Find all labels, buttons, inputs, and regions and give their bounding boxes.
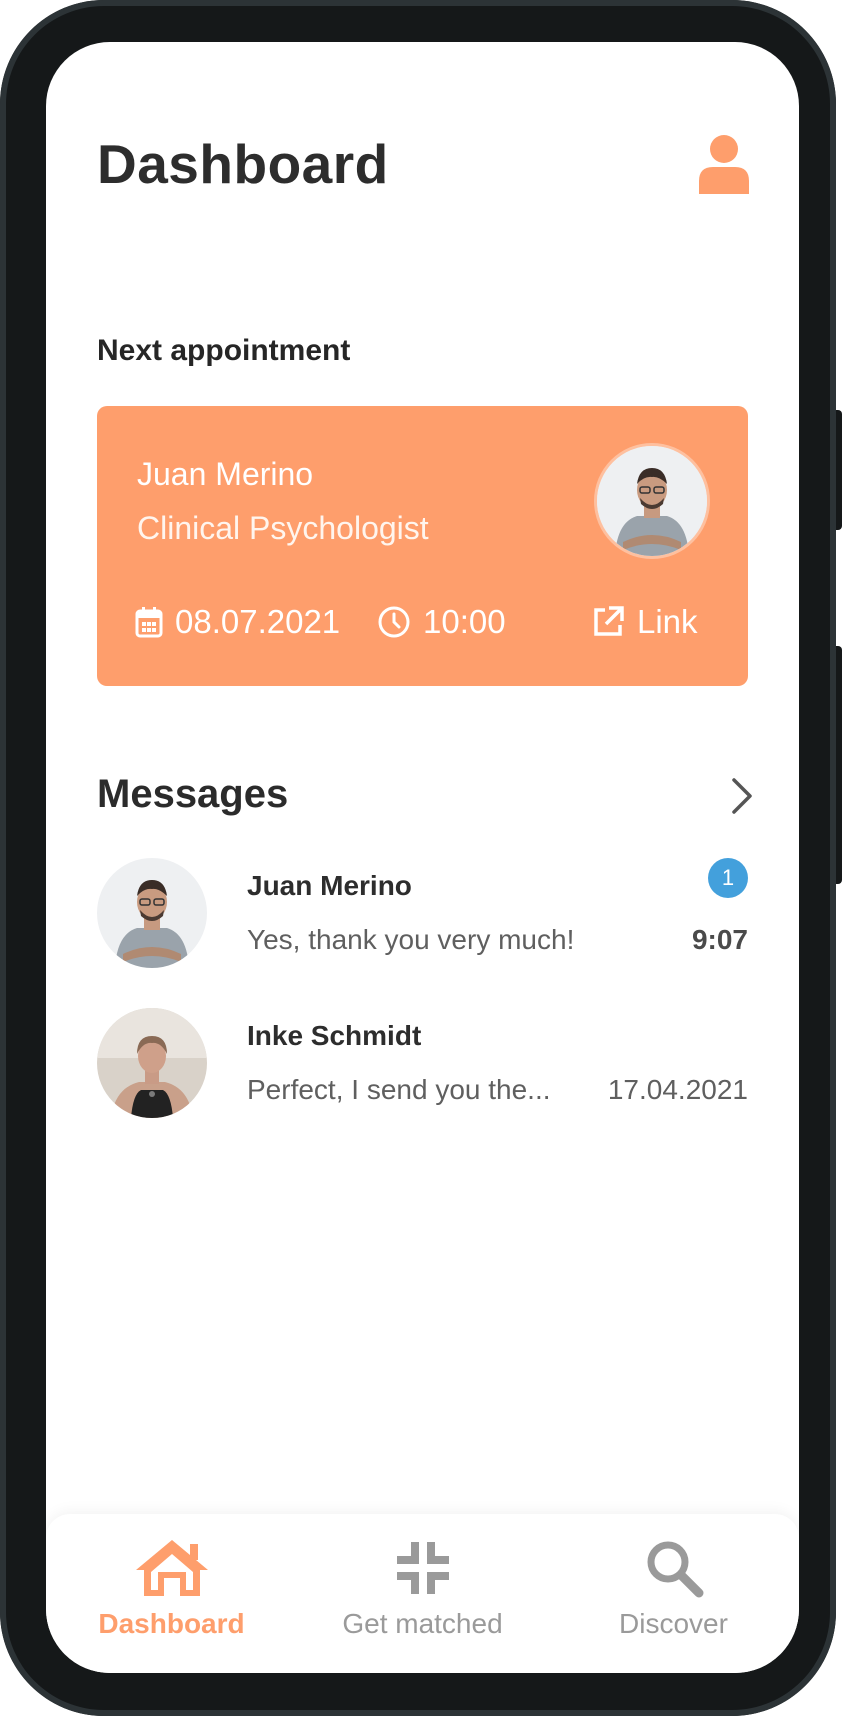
bottom-tab-bar: Dashboard Get matched Discover — [46, 1514, 799, 1673]
app-screen: Dashboard Next appointment Juan Merino C… — [46, 42, 799, 1673]
tab-label: Discover — [619, 1608, 728, 1639]
message-row[interactable]: Juan Merino Yes, thank you very much! 1 … — [97, 858, 748, 970]
appointment-card[interactable]: Juan Merino Clinical Psychologist 08.07.… — [97, 406, 748, 686]
clock-icon — [378, 606, 410, 638]
message-preview: Yes, thank you very much! — [247, 924, 575, 955]
appointment-time: 10:00 — [377, 602, 506, 642]
next-appointment-label: Next appointment — [97, 334, 351, 367]
appointment-link[interactable]: Link — [591, 602, 698, 642]
messages-more-button[interactable] — [726, 776, 756, 816]
chevron-right-icon — [732, 778, 752, 814]
appointment-link-label: Link — [637, 603, 698, 640]
message-preview: Perfect, I send you the... — [247, 1074, 551, 1105]
appointment-date-text: 08.07.2021 — [175, 603, 341, 640]
unread-badge: 1 — [708, 858, 748, 898]
appointment-date: 08.07.2021 — [135, 602, 340, 642]
avatar — [97, 1008, 207, 1118]
profile-button[interactable] — [697, 134, 751, 194]
message-sender-name: Juan Merino — [247, 870, 412, 901]
message-row[interactable]: Inke Schmidt Perfect, I send you the... … — [97, 1008, 748, 1120]
page-title: Dashboard — [97, 133, 389, 195]
avatar — [97, 858, 207, 968]
external-link-icon — [594, 606, 624, 636]
power-button — [836, 646, 842, 884]
appointment-avatar — [597, 446, 707, 556]
message-time: 9:07 — [691, 924, 748, 955]
message-sender-name: Inke Schmidt — [247, 1020, 422, 1051]
match-icon — [396, 1542, 449, 1594]
tab-label: Dashboard — [98, 1608, 245, 1639]
volume-button — [836, 410, 842, 530]
messages-title: Messages — [97, 772, 289, 816]
appointment-time-text: 10:00 — [423, 603, 506, 640]
calendar-icon — [135, 607, 163, 638]
message-time: 17.04.2021 — [607, 1074, 748, 1105]
tab-discover[interactable]: Discover — [548, 1514, 799, 1673]
tab-label: Get matched — [342, 1608, 503, 1639]
appointment-therapist-role: Clinical Psychologist — [137, 510, 429, 546]
tab-get-matched[interactable]: Get matched — [297, 1514, 548, 1673]
appointment-therapist-name: Juan Merino — [137, 456, 314, 492]
search-icon — [647, 1541, 703, 1598]
home-icon — [135, 1540, 208, 1596]
user-icon — [699, 135, 749, 194]
tab-dashboard[interactable]: Dashboard — [46, 1514, 297, 1673]
